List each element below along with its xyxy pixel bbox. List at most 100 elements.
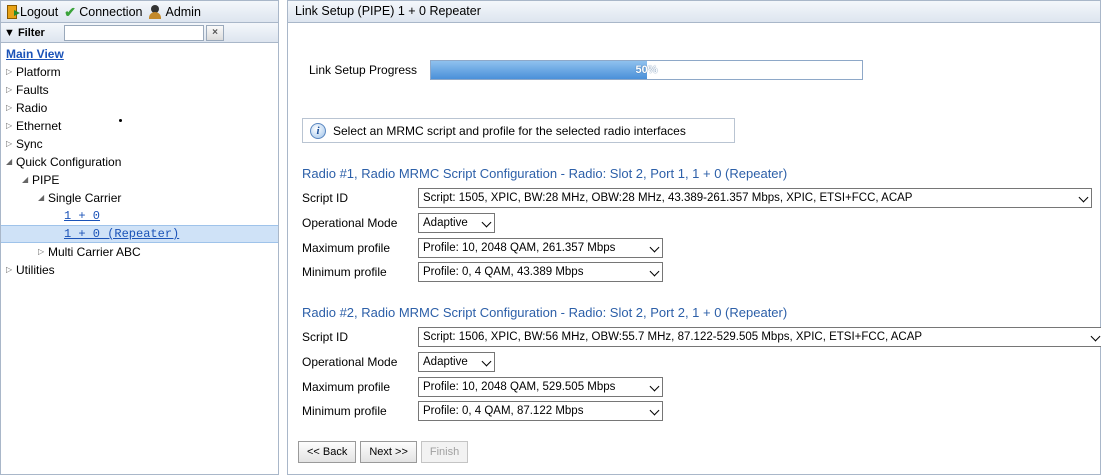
user-icon — [148, 4, 162, 19]
main-view-link[interactable]: Main View — [6, 45, 64, 63]
one-plus-zero-repeater-link[interactable]: 1 + 0 (Repeater) — [64, 225, 179, 243]
navigation-panel: Logout ✔ Connection Admin ▼ Filter × Mai… — [0, 0, 279, 475]
connection-button[interactable]: ✔ Connection — [64, 5, 142, 19]
expand-triangle-icon[interactable]: ▷ — [6, 81, 16, 99]
info-message-box: i Select an MRMC script and profile for … — [302, 118, 735, 143]
min-profile-label: Minimum profile — [302, 403, 387, 418]
select-value: Adaptive — [423, 355, 468, 368]
script-id-label: Script ID — [302, 190, 349, 205]
select-value: Adaptive — [423, 216, 468, 229]
progress-text: 50% — [635, 64, 658, 76]
expand-triangle-icon[interactable]: ▷ — [38, 243, 48, 261]
back-button[interactable]: << Back — [298, 441, 357, 463]
logout-button[interactable]: Logout — [7, 4, 59, 19]
tree-item-label: Faults — [16, 83, 49, 97]
max-profile-label: Maximum profile — [302, 379, 391, 394]
radio-2-min-profile-row: Minimum profile Profile: 0, 4 QAM, 87.12… — [302, 400, 663, 421]
max-profile-label: Maximum profile — [302, 240, 391, 255]
tree-item-sync[interactable]: ▷ Sync — [1, 135, 278, 153]
tree-item-label: Ethernet — [16, 119, 62, 133]
radio-1-min-profile-select[interactable]: Profile: 0, 4 QAM, 43.389 Mbps — [418, 261, 663, 282]
radio-2-min-profile-select[interactable]: Profile: 0, 4 QAM, 87.122 Mbps — [418, 400, 663, 421]
select-value: Script: 1506, XPIC, BW:56 MHz, OBW:55.7 … — [423, 330, 923, 343]
radio-2-max-profile-select[interactable]: Profile: 10, 2048 QAM, 529.505 Mbps — [418, 376, 663, 397]
radio-1-script-id-row: Script ID Script: 1505, XPIC, BW:28 MHz,… — [302, 187, 1092, 208]
collapse-triangle-icon[interactable]: ◢ — [38, 189, 48, 207]
radio-1-max-profile-select[interactable]: Profile: 10, 2048 QAM, 261.357 Mbps — [418, 237, 663, 258]
radio-1-op-mode-row: Operational Mode Adaptive — [302, 212, 495, 233]
tree-item-quick-configuration[interactable]: ◢ Quick Configuration — [1, 153, 278, 171]
collapse-triangle-icon[interactable]: ◢ — [6, 153, 16, 171]
expand-triangle-icon[interactable]: ▷ — [6, 261, 16, 279]
op-mode-label: Operational Mode — [302, 215, 398, 230]
wizard-buttons: << Back Next >> Finish — [298, 441, 469, 463]
admin-button[interactable]: Admin — [148, 4, 201, 19]
tree-item-label: PIPE — [32, 173, 60, 187]
filter-label[interactable]: ▼ Filter — [4, 27, 64, 39]
main-content-panel: Link Setup (PIPE) 1 + 0 Repeater Link Se… — [287, 0, 1101, 475]
select-value: Script: 1505, XPIC, BW:28 MHz, OBW:28 MH… — [423, 191, 913, 204]
select-value: Profile: 10, 2048 QAM, 261.357 Mbps — [423, 241, 616, 254]
connection-label: Connection — [79, 4, 143, 19]
stray-dot — [119, 119, 122, 122]
tree-item-platform[interactable]: ▷ Platform — [1, 63, 278, 81]
tree-item-ethernet[interactable]: ▷ Ethernet — [1, 117, 278, 135]
select-value: Profile: 0, 4 QAM, 43.389 Mbps — [423, 265, 584, 278]
tree-item-radio[interactable]: ▷ Radio — [1, 99, 278, 117]
tree-item-label: Platform — [16, 65, 61, 79]
expand-triangle-icon[interactable]: ▷ — [6, 117, 16, 135]
progress-bar: 50% — [430, 60, 863, 80]
filter-bar: ▼ Filter × — [1, 23, 278, 43]
op-mode-label: Operational Mode — [302, 354, 398, 369]
tree-item-utilities[interactable]: ▷ Utilities — [1, 261, 278, 279]
radio-2-script-id-row: Script ID Script: 1506, XPIC, BW:56 MHz,… — [302, 326, 1101, 347]
min-profile-label: Minimum profile — [302, 264, 387, 279]
page-title: Link Setup (PIPE) 1 + 0 Repeater — [288, 1, 1100, 23]
logout-icon — [7, 4, 20, 19]
tree-item-1-plus-0[interactable]: 1 + 0 — [1, 207, 278, 225]
tree-item-label: Utilities — [16, 263, 55, 277]
tree-item-label: Multi Carrier ABC — [48, 245, 141, 259]
radio-1-op-mode-select[interactable]: Adaptive — [418, 212, 495, 233]
top-toolbar: Logout ✔ Connection Admin — [1, 1, 278, 23]
collapse-triangle-icon[interactable]: ◢ — [22, 171, 32, 189]
tree-item-label: Single Carrier — [48, 191, 122, 205]
tree-item-1-plus-0-repeater[interactable]: 1 + 0 (Repeater) — [1, 225, 278, 243]
expand-triangle-icon[interactable]: ▷ — [6, 135, 16, 153]
radio-2-op-mode-row: Operational Mode Adaptive — [302, 351, 495, 372]
tree-item-pipe[interactable]: ◢ PIPE — [1, 171, 278, 189]
radio-1-script-id-select[interactable]: Script: 1505, XPIC, BW:28 MHz, OBW:28 MH… — [418, 187, 1092, 208]
radio-2-section-title: Radio #2, Radio MRMC Script Configuratio… — [302, 305, 788, 320]
one-plus-zero-link[interactable]: 1 + 0 — [64, 207, 100, 225]
radio-1-max-profile-row: Maximum profile Profile: 10, 2048 QAM, 2… — [302, 237, 663, 258]
tree-item-label: Quick Configuration — [16, 155, 122, 169]
info-icon: i — [310, 122, 326, 139]
tree-item-multi-carrier-abc[interactable]: ▷ Multi Carrier ABC — [1, 243, 278, 261]
filter-input[interactable] — [64, 24, 204, 41]
radio-2-max-profile-row: Maximum profile Profile: 10, 2048 QAM, 5… — [302, 376, 663, 397]
select-value: Profile: 10, 2048 QAM, 529.505 Mbps — [423, 380, 616, 393]
radio-2-op-mode-select[interactable]: Adaptive — [418, 351, 495, 372]
info-message-text: Select an MRMC script and profile for th… — [333, 123, 686, 138]
logout-label: Logout — [20, 4, 59, 19]
navigation-tree: Main View ▷ Platform ▷ Faults ▷ Radio ▷ … — [1, 43, 278, 279]
tree-item-label: Sync — [16, 137, 43, 151]
radio-1-section-title: Radio #1, Radio MRMC Script Configuratio… — [302, 166, 788, 181]
tree-item-label: Radio — [16, 101, 48, 115]
tree-item-faults[interactable]: ▷ Faults — [1, 81, 278, 99]
tree-item-main-view[interactable]: Main View — [1, 45, 278, 63]
next-button[interactable]: Next >> — [360, 441, 417, 463]
admin-label: Admin — [165, 4, 201, 19]
tree-item-single-carrier[interactable]: ◢ Single Carrier — [1, 189, 278, 207]
expand-triangle-icon[interactable]: ▷ — [6, 63, 16, 81]
radio-1-min-profile-row: Minimum profile Profile: 0, 4 QAM, 43.38… — [302, 261, 663, 282]
radio-2-script-id-select[interactable]: Script: 1506, XPIC, BW:56 MHz, OBW:55.7 … — [418, 326, 1101, 347]
checkmark-icon: ✔ — [64, 3, 76, 20]
progress-label: Link Setup Progress — [309, 63, 418, 77]
expand-triangle-icon[interactable]: ▷ — [6, 99, 16, 117]
select-value: Profile: 0, 4 QAM, 87.122 Mbps — [423, 404, 584, 417]
finish-button: Finish — [420, 441, 469, 463]
progress-row: Link Setup Progress 50% — [309, 60, 863, 80]
filter-clear-button[interactable]: × — [206, 24, 224, 41]
script-id-label: Script ID — [302, 329, 349, 344]
